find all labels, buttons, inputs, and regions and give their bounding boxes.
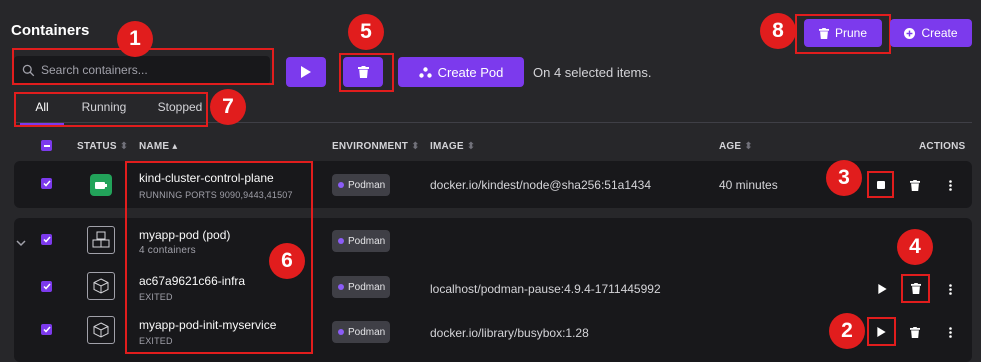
annotation-box-delete — [339, 53, 394, 92]
kebab-menu-button[interactable] — [941, 280, 959, 298]
column-header-environment[interactable]: ENVIRONMENT ⬍ — [332, 141, 420, 152]
check-icon — [42, 283, 51, 290]
pod-icon — [87, 226, 115, 254]
container-running-glyph — [95, 181, 107, 189]
podman-dot-icon — [338, 329, 344, 335]
column-header-actions: ACTIONS — [919, 141, 966, 152]
create-label: Create — [921, 26, 958, 40]
running-container-icon — [90, 174, 112, 196]
trash-icon — [910, 283, 921, 294]
plus-circle-icon — [904, 27, 916, 39]
container-icon — [87, 272, 115, 300]
create-button[interactable]: Create — [890, 19, 972, 47]
annotation-box-tabs — [14, 92, 208, 127]
trash-icon — [910, 179, 920, 191]
play-icon — [877, 284, 887, 294]
podman-dot-icon — [338, 238, 344, 244]
environment-label: Podman — [348, 281, 386, 293]
check-icon — [42, 180, 51, 187]
create-pod-button[interactable]: Create Pod — [398, 57, 524, 87]
annotation-marker-1: 1 — [117, 21, 153, 57]
row-image: localhost/podman-pause:4.9.4-1711445992 — [430, 282, 661, 296]
podman-dot-icon — [338, 182, 344, 188]
cube-glyph — [93, 278, 109, 294]
create-pod-label: Create Pod — [437, 64, 504, 80]
environment-badge: Podman — [332, 230, 390, 252]
start-selected-button[interactable] — [286, 57, 326, 87]
annotation-box-prune — [795, 14, 891, 54]
environment-badge: Podman — [332, 321, 390, 343]
stop-icon — [876, 180, 885, 189]
environment-badge: Podman — [332, 276, 390, 298]
column-header-name[interactable]: NAME ▴ — [139, 141, 177, 152]
annotation-marker-6: 6 — [269, 243, 305, 279]
select-all-checkbox[interactable] — [41, 140, 52, 151]
row-age: 40 minutes — [719, 178, 778, 192]
selection-status: On 4 selected items. — [533, 65, 652, 80]
environment-header-label: ENVIRONMENT — [332, 141, 409, 152]
sort-icon: ⬍ — [466, 141, 476, 152]
pods-icon — [418, 66, 432, 78]
status-header-label: STATUS — [77, 141, 117, 152]
environment-label: Podman — [348, 179, 386, 191]
indeterminate-icon — [43, 144, 50, 147]
kebab-menu-button[interactable] — [941, 176, 959, 194]
environment-label: Podman — [348, 235, 386, 247]
more-vertical-icon — [948, 326, 952, 338]
play-icon — [877, 326, 886, 337]
row-checkbox[interactable] — [41, 234, 52, 245]
image-header-label: IMAGE — [430, 141, 464, 152]
sort-icon: ⬍ — [119, 141, 129, 152]
page-title: Containers — [11, 22, 90, 39]
sort-icon: ⬍ — [411, 141, 420, 152]
row-image: docker.io/library/busybox:1.28 — [430, 326, 589, 340]
row-checkbox[interactable] — [41, 281, 52, 292]
more-vertical-icon — [948, 179, 952, 191]
start-button[interactable] — [873, 280, 891, 298]
podman-dot-icon — [338, 284, 344, 290]
column-header-image[interactable]: IMAGE ⬍ — [430, 141, 475, 152]
delete-button[interactable] — [901, 274, 930, 303]
column-header-age[interactable]: AGE ⬍ — [719, 141, 753, 152]
sort-icon: ⬍ — [744, 141, 753, 152]
stop-button[interactable] — [867, 171, 894, 198]
annotation-marker-3: 3 — [826, 160, 862, 196]
delete-button[interactable] — [906, 176, 924, 194]
check-icon — [42, 326, 51, 333]
pod-cubes-glyph — [92, 231, 110, 248]
trash-icon — [910, 326, 920, 338]
row-image: docker.io/kindest/node@sha256:51a1434 — [430, 178, 652, 192]
start-button[interactable] — [867, 317, 896, 346]
environment-badge: Podman — [332, 174, 390, 196]
annotation-marker-8: 8 — [760, 13, 796, 49]
annotation-marker-5: 5 — [348, 14, 384, 50]
check-icon — [42, 236, 51, 243]
kebab-menu-button[interactable] — [941, 323, 959, 341]
age-header-label: AGE — [719, 141, 742, 152]
name-header-label: NAME — [139, 141, 170, 152]
cube-glyph — [93, 322, 109, 338]
annotation-marker-4: 4 — [897, 229, 933, 265]
play-icon — [301, 66, 311, 78]
annotation-marker-7: 7 — [210, 89, 246, 125]
environment-label: Podman — [348, 326, 386, 338]
row-checkbox[interactable] — [41, 324, 52, 335]
annotation-marker-2: 2 — [829, 313, 865, 349]
container-icon — [87, 316, 115, 344]
sort-ascending-icon: ▴ — [172, 141, 178, 152]
delete-button[interactable] — [906, 323, 924, 341]
more-vertical-icon — [948, 283, 952, 295]
column-header-status[interactable]: STATUS ⬍ — [77, 141, 128, 152]
row-checkbox[interactable] — [41, 178, 52, 189]
expand-chevron-icon[interactable] — [16, 234, 26, 252]
